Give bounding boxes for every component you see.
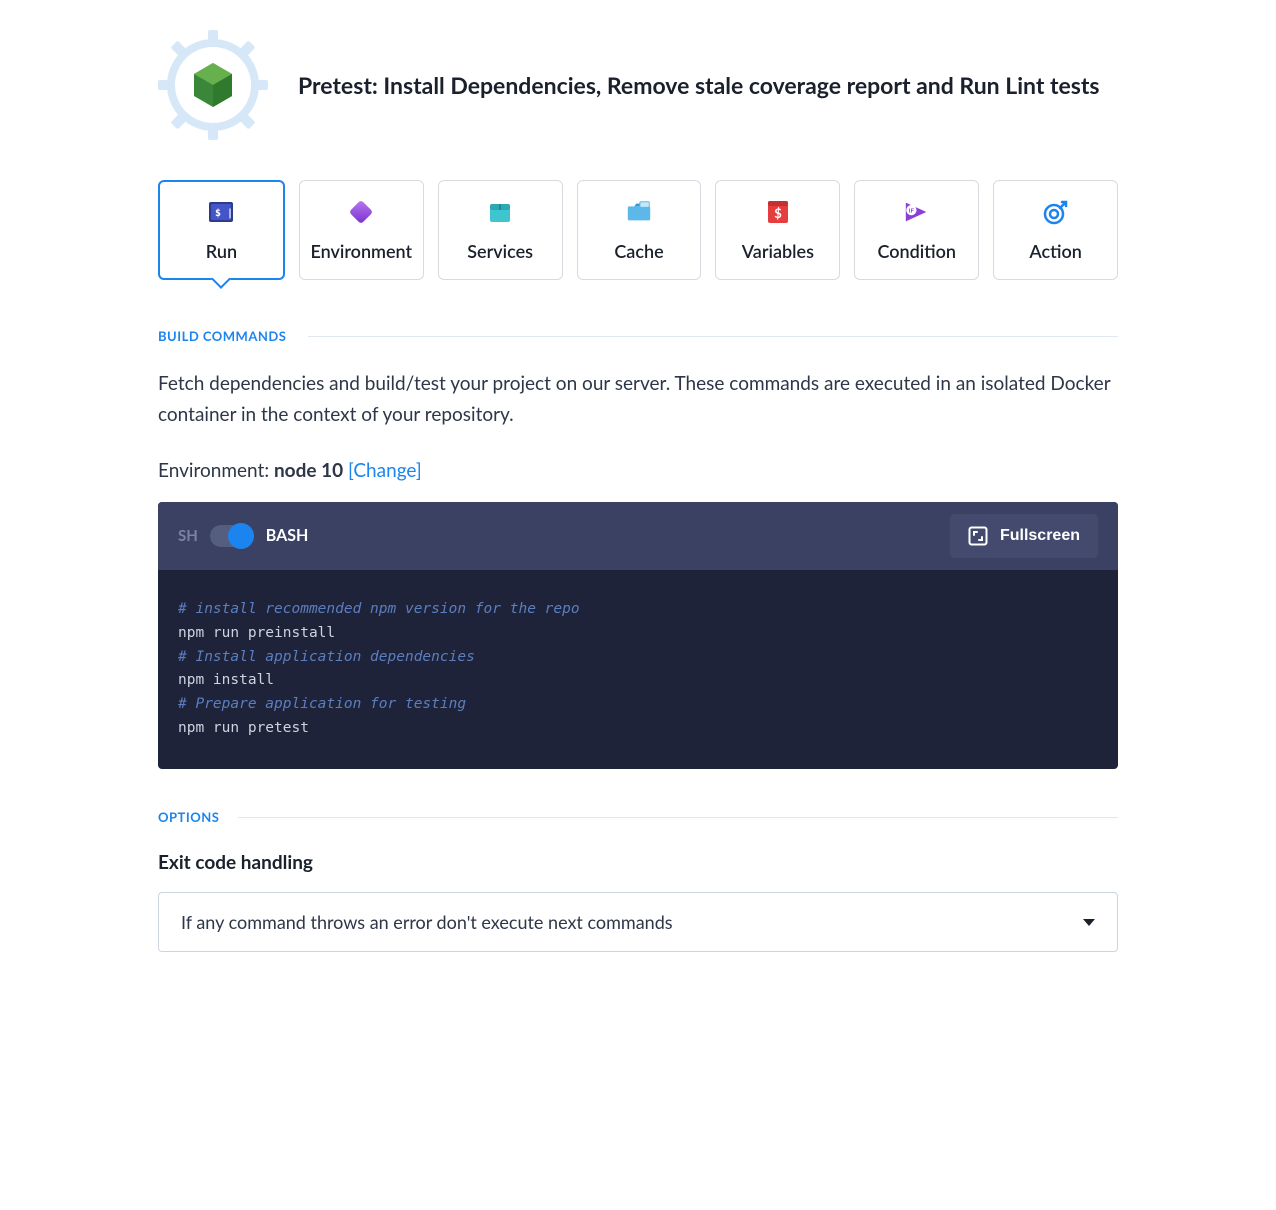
tab-label: Run [206,240,237,262]
change-environment-link[interactable]: [Change] [348,459,422,482]
settings-tabs: $ | Run Environment Services Cache $ [158,180,1118,280]
code-editor-header: SH BASH Fullscreen [158,502,1118,570]
build-commands-section-header: BUILD COMMANDS [158,328,1118,344]
page-header: Pretest: Install Dependencies, Remove st… [158,20,1118,140]
options-section-header: OPTIONS [158,809,1118,825]
chevron-down-icon [1083,919,1095,926]
code-editor-panel: SH BASH Fullscreen # install recommended… [158,502,1118,770]
node-logo-badge [158,30,268,140]
tab-environment[interactable]: Environment [299,180,424,280]
build-commands-description: Fetch dependencies and build/test your p… [158,368,1118,431]
fullscreen-icon [968,526,988,546]
tab-condition[interactable]: IF Condition [854,180,979,280]
tab-label: Variables [742,240,814,262]
exit-code-selected-value: If any command throws an error don't exe… [181,911,673,933]
tab-label: Environment [310,240,412,262]
code-line: npm run pretest [178,717,1098,741]
environment-value: node 10 [274,459,343,482]
target-action-icon [1042,198,1070,226]
fullscreen-label: Fullscreen [1000,527,1080,545]
exit-code-select[interactable]: If any command throws an error don't exe… [158,892,1118,952]
tab-label: Cache [614,240,663,262]
environment-prefix: Environment: [158,459,274,482]
diamond-icon [347,198,375,226]
shell-toggle-switch[interactable] [210,525,254,547]
svg-text:$: $ [774,205,782,221]
sh-mode-label: SH [178,527,198,545]
dollar-doc-icon: $ [764,198,792,226]
shell-mode-toggle-group: SH BASH [178,525,308,547]
page-title: Pretest: Install Dependencies, Remove st… [298,71,1100,99]
if-play-icon: IF [903,198,931,226]
tab-run[interactable]: $ | Run [158,180,285,280]
fullscreen-button[interactable]: Fullscreen [950,514,1098,558]
bash-mode-label: BASH [266,526,309,545]
tab-services[interactable]: Services [438,180,563,280]
tab-cache[interactable]: Cache [577,180,702,280]
folder-icon [625,198,653,226]
tab-action[interactable]: Action [993,180,1118,280]
exit-code-handling-label: Exit code handling [158,851,1118,874]
code-line: # install recommended npm version for th… [178,598,1098,622]
code-line: # Install application dependencies [178,646,1098,670]
code-editor-body[interactable]: # install recommended npm version for th… [158,570,1118,770]
svg-text:IF: IF [909,207,915,214]
tab-variables[interactable]: $ Variables [715,180,840,280]
svg-text:$ |: $ | [215,208,233,219]
tab-label: Action [1029,240,1081,262]
code-line: npm install [178,669,1098,693]
code-line: # Prepare application for testing [178,693,1098,717]
tab-label: Condition [877,240,955,262]
box-icon [486,198,514,226]
tab-label: Services [467,240,533,262]
terminal-icon: $ | [207,198,235,226]
environment-line: Environment: node 10 [Change] [158,459,1118,482]
code-line: npm run preinstall [178,622,1098,646]
